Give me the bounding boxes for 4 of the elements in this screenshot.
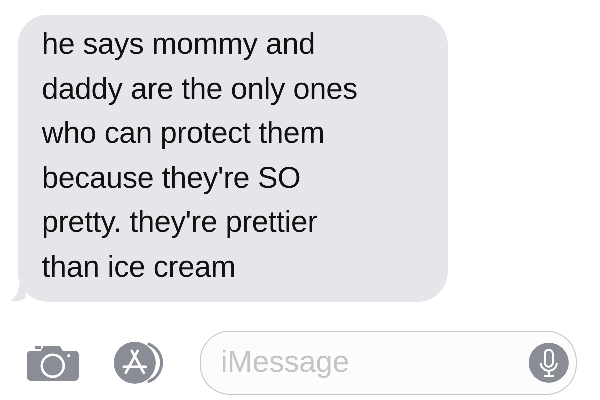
camera-icon[interactable] xyxy=(27,344,79,382)
message-text: he says mommy and daddy are the only ones who can protect them because they're SO pretty. they're prettier than ice cream xyxy=(42,27,359,286)
message-input-field[interactable]: iMessage xyxy=(200,331,577,395)
microphone-icon[interactable] xyxy=(529,343,569,383)
